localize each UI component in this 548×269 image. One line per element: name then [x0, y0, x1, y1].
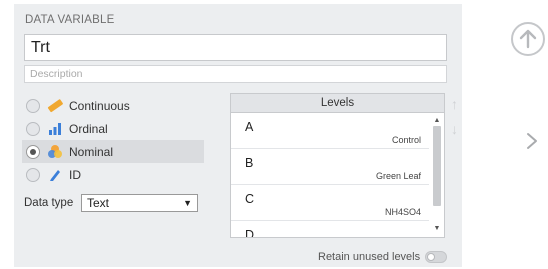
radio-continuous[interactable]: [26, 98, 40, 113]
bar-chart-icon: [46, 121, 64, 137]
measure-type-label: ID: [69, 167, 81, 182]
measure-type-label: Nominal: [69, 144, 114, 159]
level-value: C: [245, 192, 255, 206]
next-variable-button[interactable]: [526, 132, 538, 155]
measure-type-label: Continuous: [69, 98, 130, 113]
level-label[interactable]: NH4SO4: [385, 207, 421, 217]
level-value: A: [245, 120, 254, 134]
radio-id[interactable]: [26, 167, 40, 182]
level-value: D: [245, 228, 255, 238]
ruler-icon: [46, 98, 64, 114]
level-row[interactable]: D: [231, 221, 429, 238]
data-type-select[interactable]: Text ▼: [81, 194, 198, 212]
venn-circles-icon: [46, 144, 64, 160]
levels-header: Levels: [231, 94, 444, 113]
retain-unused-levels-toggle[interactable]: [425, 251, 447, 263]
section-title: DATA VARIABLE: [25, 14, 115, 26]
levels-scrollbar[interactable]: ▲ ▼: [432, 116, 442, 234]
data-type-value: Text: [87, 196, 110, 210]
scroll-up-icon[interactable]: ▲: [432, 116, 442, 125]
level-label[interactable]: Green Leaf: [376, 171, 421, 181]
variable-name-input[interactable]: [24, 34, 447, 61]
measure-type-list: Continuous Ordinal Nominal ID: [22, 94, 204, 186]
tag-icon: [46, 167, 64, 183]
measure-type-label: Ordinal: [69, 121, 108, 136]
move-level-up-icon[interactable]: ↑: [451, 96, 458, 112]
level-row[interactable]: C NH4SO4: [231, 185, 429, 221]
radio-ordinal[interactable]: [26, 121, 40, 136]
levels-table: Levels A Control B Green Leaf C NH4SO4 D…: [230, 93, 445, 238]
scroll-thumb[interactable]: [433, 126, 441, 206]
measure-type-ordinal[interactable]: Ordinal: [22, 117, 204, 140]
level-row[interactable]: A Control: [231, 113, 429, 149]
level-label[interactable]: Control: [392, 135, 421, 145]
arrow-up-icon: [519, 29, 537, 49]
collapse-up-button[interactable]: [511, 22, 545, 56]
chevron-right-icon: [527, 133, 537, 149]
dropdown-arrow-icon: ▼: [183, 198, 192, 208]
retain-unused-levels-label: Retain unused levels: [318, 251, 421, 263]
toggle-knob: [427, 253, 435, 261]
radio-nominal[interactable]: [26, 144, 40, 159]
scroll-down-icon[interactable]: ▼: [432, 224, 442, 233]
move-level-down-icon[interactable]: ↓: [451, 121, 458, 137]
data-type-label: Data type: [24, 197, 74, 209]
variable-description-input[interactable]: [24, 65, 447, 83]
level-value: B: [245, 156, 254, 170]
measure-type-continuous[interactable]: Continuous: [22, 94, 204, 117]
level-row[interactable]: B Green Leaf: [231, 149, 429, 185]
measure-type-nominal[interactable]: Nominal: [22, 140, 204, 163]
measure-type-id[interactable]: ID: [22, 163, 204, 186]
